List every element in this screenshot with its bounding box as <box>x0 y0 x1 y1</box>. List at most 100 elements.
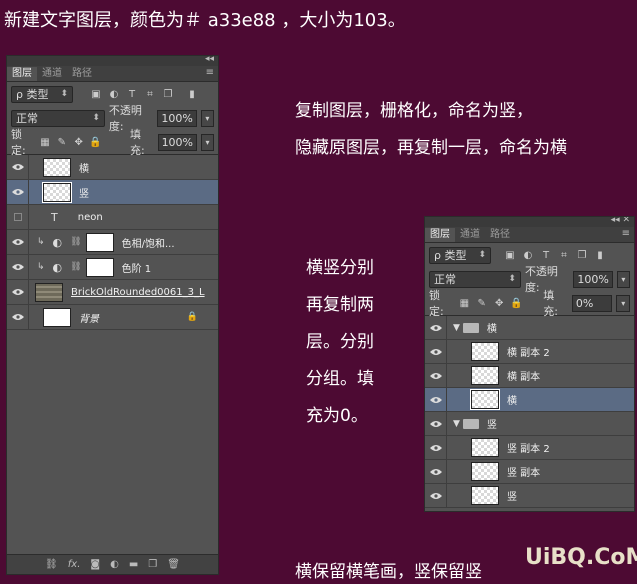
group-row[interactable]: ▼ 竖 <box>425 411 634 436</box>
folder-icon[interactable]: ▬ <box>129 559 138 570</box>
lock-all-icon[interactable]: 🔒 <box>89 135 102 149</box>
folder-icon <box>462 322 479 333</box>
eye-icon[interactable] <box>425 459 447 484</box>
mask-icon[interactable]: ◙ <box>90 559 100 570</box>
adjustment-icon: ◐ <box>52 235 63 249</box>
tab-layers[interactable]: 图层 <box>425 228 455 242</box>
layer-row[interactable]: 竖 <box>425 483 634 508</box>
layer-row-selected[interactable]: 竖 <box>7 180 218 205</box>
smart-filter-icon[interactable]: ❐ <box>575 248 589 262</box>
shape-filter-icon[interactable]: ⌗ <box>557 248 571 262</box>
lock-transparent-icon[interactable]: ▦ <box>458 296 471 310</box>
blend-mode-select[interactable]: 正常 ⬍ <box>11 109 105 127</box>
lock-transparent-icon[interactable]: ▦ <box>39 135 52 149</box>
fill-field[interactable]: 0% <box>571 294 613 312</box>
layer-thumbnail <box>471 342 499 361</box>
filter-type-select[interactable]: ρ 类型 ⬍ <box>11 85 73 103</box>
layer-row-selected[interactable]: 横 <box>425 387 634 412</box>
eye-icon[interactable] <box>7 230 29 254</box>
eye-icon[interactable] <box>7 305 29 329</box>
layers-list: ▼ 横 横 副本 2 横 副本 横 ▼ 竖 竖 副本 2 竖 副本 竖 <box>425 315 634 508</box>
tab-layers[interactable]: 图层 <box>7 67 37 81</box>
layer-row[interactable]: 横 副本 <box>425 363 634 388</box>
filter-label: ρ 类型 <box>434 248 467 262</box>
panel-menu-icon[interactable]: ≡ <box>206 67 214 78</box>
trash-icon[interactable]: 🗑 <box>167 559 180 570</box>
tab-channels[interactable]: 通道 <box>37 67 67 81</box>
blend-mode-select[interactable]: 正常 ⬍ <box>429 270 521 288</box>
eye-icon[interactable] <box>425 339 447 364</box>
caption-right-1: 复制图层，栅格化，命名为竖， <box>295 101 533 121</box>
eye-icon[interactable] <box>7 180 29 204</box>
layer-row[interactable]: ↳ ◐ ⛓ 色阶 1 <box>7 255 218 280</box>
layer-thumbnail <box>471 486 499 505</box>
tab-paths[interactable]: 路径 <box>67 67 97 81</box>
tab-channels[interactable]: 通道 <box>455 228 485 242</box>
filter-type-select[interactable]: ρ 类型 ⬍ <box>429 246 491 264</box>
layer-name: BrickOldRounded0061_3_L <box>71 286 205 298</box>
lock-paint-icon[interactable]: ✎ <box>475 296 488 310</box>
opacity-field[interactable]: 100% <box>573 270 613 288</box>
panel-bottom-bar: ⛓ fx. ◙ ◐ ▬ ❐ 🗑 <box>7 554 218 574</box>
eye-icon[interactable] <box>425 411 447 436</box>
lock-move-icon[interactable]: ✥ <box>492 296 505 310</box>
shape-filter-icon[interactable]: ⌗ <box>143 87 157 101</box>
blend-mode-value: 正常 <box>16 111 38 125</box>
link-icon[interactable]: ⛓ <box>45 559 58 570</box>
image-filter-icon[interactable]: ▣ <box>89 87 103 101</box>
layer-row[interactable]: 横 <box>7 155 218 180</box>
layer-row[interactable]: 背景 🔒 <box>7 305 218 330</box>
opacity-field[interactable]: 100% <box>157 109 197 127</box>
panel-tabs: 图层 通道 路径 ≡ <box>425 227 634 243</box>
tab-paths[interactable]: 路径 <box>485 228 515 242</box>
filter-label: ρ 类型 <box>16 87 49 101</box>
eye-icon[interactable] <box>425 387 447 412</box>
group-row[interactable]: ▼ 横 <box>425 315 634 340</box>
layer-row[interactable]: 竖 副本 <box>425 459 634 484</box>
layer-row[interactable]: 横 副本 2 <box>425 339 634 364</box>
layer-row[interactable]: ↳ ◐ ⛓ 色相/饱和... <box>7 230 218 255</box>
fill-dropdown-icon[interactable]: ▾ <box>616 294 630 312</box>
opacity-dropdown-icon[interactable]: ▾ <box>200 109 215 127</box>
text-filter-icon[interactable]: T <box>539 248 553 262</box>
filter-toggle-icon[interactable]: ▮ <box>185 87 199 101</box>
eye-icon[interactable] <box>7 255 29 279</box>
fill-field[interactable]: 100% <box>157 133 198 151</box>
expand-arrow-icon[interactable]: ▼ <box>453 419 460 429</box>
fill-dropdown-icon[interactable]: ▾ <box>201 133 215 151</box>
filter-toggle-icon[interactable]: ▮ <box>593 248 607 262</box>
collapse-icon[interactable]: ◂◂ ✕ <box>611 217 630 225</box>
eye-icon[interactable] <box>425 435 447 460</box>
eye-icon[interactable] <box>425 315 447 340</box>
visibility-off-box[interactable] <box>7 205 29 229</box>
layer-name: 横 副本 <box>507 372 541 383</box>
adjust-filter-icon[interactable]: ◐ <box>521 248 535 262</box>
adjustment-icon[interactable]: ◐ <box>110 559 119 570</box>
clip-arrow-icon: ↳ <box>37 237 45 247</box>
eye-icon[interactable] <box>7 155 29 179</box>
eye-icon[interactable] <box>425 363 447 388</box>
adjust-filter-icon[interactable]: ◐ <box>107 87 121 101</box>
eye-icon[interactable] <box>425 483 447 508</box>
blend-row: 正常 ⬍ 不透明度: 100% ▾ <box>425 265 634 294</box>
lock-paint-icon[interactable]: ✎ <box>55 135 68 149</box>
fx-icon[interactable]: fx. <box>68 559 81 570</box>
opacity-dropdown-icon[interactable]: ▾ <box>616 270 630 288</box>
smart-filter-icon[interactable]: ❐ <box>161 87 175 101</box>
lock-all-icon[interactable]: 🔒 <box>510 296 523 310</box>
blend-mode-value: 正常 <box>434 272 456 286</box>
layer-row[interactable]: BrickOldRounded0061_3_L <box>7 280 218 305</box>
image-filter-icon[interactable]: ▣ <box>503 248 517 262</box>
layer-row[interactable]: T neon <box>7 205 218 230</box>
text-filter-icon[interactable]: T <box>125 87 139 101</box>
new-layer-icon[interactable]: ❐ <box>148 559 157 570</box>
layer-thumbnail <box>42 181 72 203</box>
layer-row[interactable]: 竖 副本 2 <box>425 435 634 460</box>
caption-bottom: 横保留横笔画，竖保留竖 <box>295 562 482 582</box>
eye-icon[interactable] <box>7 280 29 304</box>
collapse-icon[interactable]: ◂◂ <box>205 56 214 64</box>
lock-move-icon[interactable]: ✥ <box>72 135 85 149</box>
caption-mid-4: 分组。填 <box>306 369 374 389</box>
panel-menu-icon[interactable]: ≡ <box>622 228 630 239</box>
expand-arrow-icon[interactable]: ▼ <box>453 323 460 333</box>
